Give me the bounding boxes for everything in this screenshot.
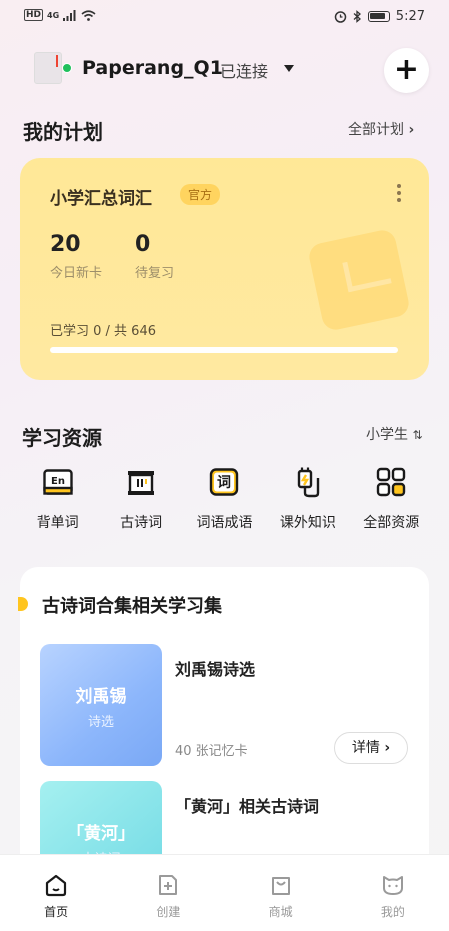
- official-badge: 官方: [180, 184, 221, 205]
- tab-shop[interactable]: 商城: [225, 855, 337, 931]
- device-bar: Paperang_Q1 已连接 +: [34, 48, 429, 93]
- deck-item[interactable]: 刘禹锡 诗选 刘禹锡诗选 40 张记忆卡 详情 ›: [40, 644, 412, 766]
- progress-text: 已学习 0 / 共 646: [50, 324, 156, 339]
- app-screen: HD 4G 5:27 Paperang_Q1 已连接 + 我的计划 全部计划 ›…: [0, 0, 449, 931]
- bottom-tab-bar: 首页 创建 商城 我的: [0, 854, 449, 931]
- resources-section-title: 学习资源: [22, 426, 102, 450]
- grid-icon: [377, 467, 406, 497]
- deck-cover-title: 刘禹锡: [75, 687, 127, 707]
- tab-profile[interactable]: 我的: [337, 855, 449, 931]
- clock: 5:27: [395, 9, 425, 24]
- resource-label: 课外知识: [279, 515, 336, 531]
- resource-label: 古诗词: [120, 515, 163, 531]
- new-cards-label: 今日新卡: [50, 266, 103, 281]
- tab-label: 我的: [380, 905, 405, 919]
- svg-text:En: En: [51, 476, 65, 487]
- swap-icon: ⇅: [412, 428, 423, 442]
- new-cards-count: 20: [50, 232, 81, 257]
- wifi-icon: [81, 9, 96, 21]
- detail-button-label: 详情: [351, 740, 380, 756]
- cat-profile-icon: [382, 876, 403, 895]
- resource-vocab[interactable]: En 背单词: [16, 466, 99, 538]
- battery-icon: [367, 11, 390, 22]
- grade-filter[interactable]: 小学生 ⇅: [366, 424, 423, 444]
- chevron-down-icon[interactable]: [284, 65, 294, 72]
- knowledge-plug-icon: [297, 467, 320, 498]
- deck-title: 「黄河」相关古诗词: [175, 797, 320, 816]
- tab-label: 商城: [268, 905, 293, 919]
- word-icon: 词: [210, 468, 239, 496]
- printer-device-icon[interactable]: [34, 52, 62, 84]
- all-plans-link[interactable]: 全部计划 ›: [348, 119, 414, 139]
- resource-label: 全部资源: [363, 515, 420, 531]
- tab-label: 创建: [156, 905, 181, 919]
- deck-title: 刘禹锡诗选: [175, 660, 256, 679]
- accent-marker: [18, 597, 28, 611]
- tab-label: 首页: [44, 905, 69, 919]
- grade-filter-label: 小学生: [366, 427, 408, 443]
- signal-icon: [63, 9, 76, 21]
- network-badge: 4G: [47, 10, 60, 20]
- collection-title: 古诗词合集相关学习集: [42, 596, 222, 617]
- alarm-icon: [334, 11, 347, 23]
- resource-idioms[interactable]: 词 词语成语: [183, 466, 266, 538]
- shop-bag-icon: [271, 877, 290, 895]
- review-count: 0: [135, 232, 151, 257]
- device-name[interactable]: Paperang_Q1: [82, 57, 223, 79]
- home-icon: [46, 874, 67, 897]
- plan-card[interactable]: 小学汇总词汇 官方 20 今日新卡 0 待复习 已学习 0 / 共 646: [20, 158, 429, 380]
- resource-label: 词语成语: [196, 515, 253, 531]
- deck-cover-title: 「黄河」: [67, 824, 135, 844]
- plan-section-title: 我的计划: [23, 120, 103, 144]
- detail-button[interactable]: 详情 ›: [334, 732, 408, 764]
- create-icon: [159, 875, 178, 895]
- deck-card-count: 40 张记忆卡: [175, 744, 248, 759]
- connection-dot: [62, 63, 72, 73]
- resource-knowledge[interactable]: 课外知识: [266, 466, 349, 538]
- resource-label: 背单词: [36, 515, 79, 531]
- hd-badge: HD: [24, 9, 44, 21]
- En-icon: En: [42, 469, 73, 495]
- status-bar: HD 4G 5:27: [0, 0, 449, 34]
- chevron-right-icon: ›: [384, 740, 391, 756]
- plan-title: 小学汇总词汇: [50, 189, 152, 209]
- tab-create[interactable]: 创建: [112, 855, 224, 931]
- resource-poems[interactable]: 古诗词: [99, 466, 182, 538]
- svg-text:词: 词: [217, 475, 231, 491]
- all-plans-label: 全部计划: [348, 122, 404, 138]
- resource-all[interactable]: 全部资源: [350, 466, 433, 538]
- deck-cover-subtitle: 诗选: [87, 715, 114, 730]
- more-options-icon[interactable]: [397, 184, 401, 205]
- resource-grid: En 背单词 古诗词 词 词语成语 课外知识 全部资源: [16, 466, 433, 538]
- review-label: 待复习: [135, 266, 175, 281]
- deck-cover: 刘禹锡 诗选: [40, 644, 162, 766]
- tab-home[interactable]: 首页: [0, 855, 112, 931]
- chevron-right-icon: ›: [408, 122, 415, 138]
- progress-bar: [50, 347, 398, 353]
- add-button[interactable]: +: [384, 48, 429, 93]
- connection-status[interactable]: 已连接: [220, 58, 268, 82]
- poem-scroll-icon: [128, 471, 155, 495]
- bluetooth-icon: [353, 10, 361, 23]
